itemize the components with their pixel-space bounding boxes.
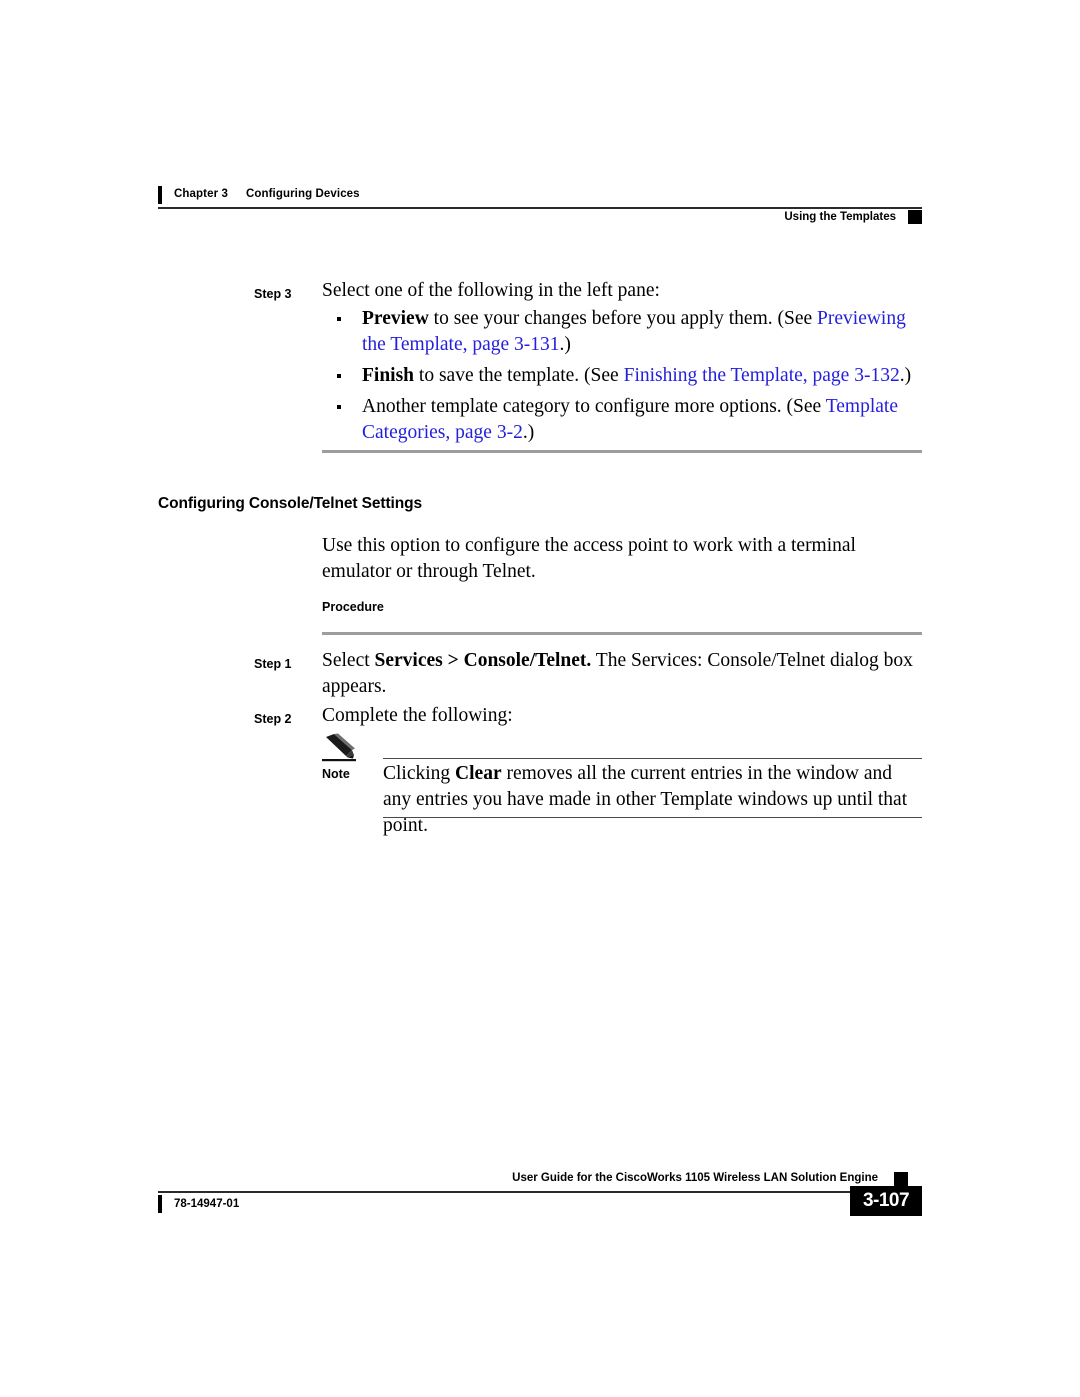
xref-finishing-the-template[interactable]: Finishing the Template, page 3-132 <box>624 365 900 386</box>
bullet-2-text-after: .) <box>522 422 535 443</box>
page-number-badge: 3-107 <box>850 1186 922 1216</box>
bullet-square-icon <box>337 374 341 378</box>
step-1: Step 1 Select Services > Console/Telnet.… <box>254 648 922 700</box>
bullet-0-text-before: to see your changes before you apply the… <box>428 308 818 329</box>
note-lead: Clicking <box>383 763 456 784</box>
bullet-square-icon <box>337 317 341 321</box>
step-1-text: Select Services > Console/Telnet. The Se… <box>322 648 922 700</box>
page-footer: User Guide for the CiscoWorks 1105 Wirel… <box>158 1172 922 1232</box>
header-rule <box>158 207 922 209</box>
step-2: Step 2 Complete the following: <box>254 703 922 729</box>
bullet-0-bold-lead: Preview <box>362 308 429 329</box>
step-2-text: Complete the following: <box>322 705 513 726</box>
intro-paragraph: Use this option to configure the access … <box>322 535 856 582</box>
bullet-0-text-after: .) <box>559 334 571 355</box>
footer-rule <box>158 1191 850 1193</box>
procedure-label: Procedure <box>322 600 384 614</box>
footer-square-marker-icon <box>894 1172 908 1186</box>
footer-document-number: 78-14947-01 <box>174 1198 240 1210</box>
page-title: Configuring Console/Telnet Settings <box>158 495 423 512</box>
note-bold-word: Clear <box>455 763 502 784</box>
step-3-label: Step 3 <box>254 287 292 301</box>
list-item: Finish to save the template. (See Finish… <box>322 363 922 389</box>
step-2-label: Step 2 <box>254 712 292 726</box>
note-rule-bottom <box>383 817 922 818</box>
bullet-2-text-before: Another template category to configure m… <box>362 396 826 417</box>
section-divider-rule <box>322 450 922 453</box>
page-header: Chapter 3 Configuring Devices Using the T… <box>158 186 922 232</box>
step-1-label: Step 1 <box>254 657 292 671</box>
header-square-marker-icon <box>908 210 922 224</box>
bullet-square-icon <box>337 405 341 409</box>
note-rule-top <box>383 758 922 759</box>
pencil-icon <box>322 733 364 765</box>
step-3: Step 3 Select one of the following in th… <box>254 278 922 304</box>
step-1-menu-path: Services > Console/Telnet. <box>374 650 592 671</box>
procedure-divider-rule <box>322 632 922 635</box>
header-left-edge-mark <box>158 186 162 204</box>
breadcrumb-chapter-title: Configuring Devices <box>245 188 360 200</box>
bullet-1-bold-lead: Finish <box>362 365 415 386</box>
running-head: Using the Templates <box>784 211 896 223</box>
footer-book-title: User Guide for the CiscoWorks 1105 Wirel… <box>512 1172 878 1184</box>
step-1-lead: Select <box>322 650 375 671</box>
breadcrumb: Chapter 3 Configuring Devices <box>174 188 360 200</box>
bullet-list: Preview to see your changes before you a… <box>322 306 922 451</box>
list-item: Another template category to configure m… <box>322 394 922 446</box>
footer-left-edge-mark <box>158 1195 162 1213</box>
bullet-1-text-after: .) <box>899 365 912 386</box>
breadcrumb-chapter-number: Chapter 3 <box>174 188 228 200</box>
note-text: Clicking Clear removes all the current e… <box>383 761 922 839</box>
bullet-1-text-before: to save the template. (See <box>414 365 624 386</box>
note-label: Note <box>322 767 350 781</box>
list-item: Preview to see your changes before you a… <box>322 306 922 358</box>
step-3-text: Select one of the following in the left … <box>322 280 660 301</box>
